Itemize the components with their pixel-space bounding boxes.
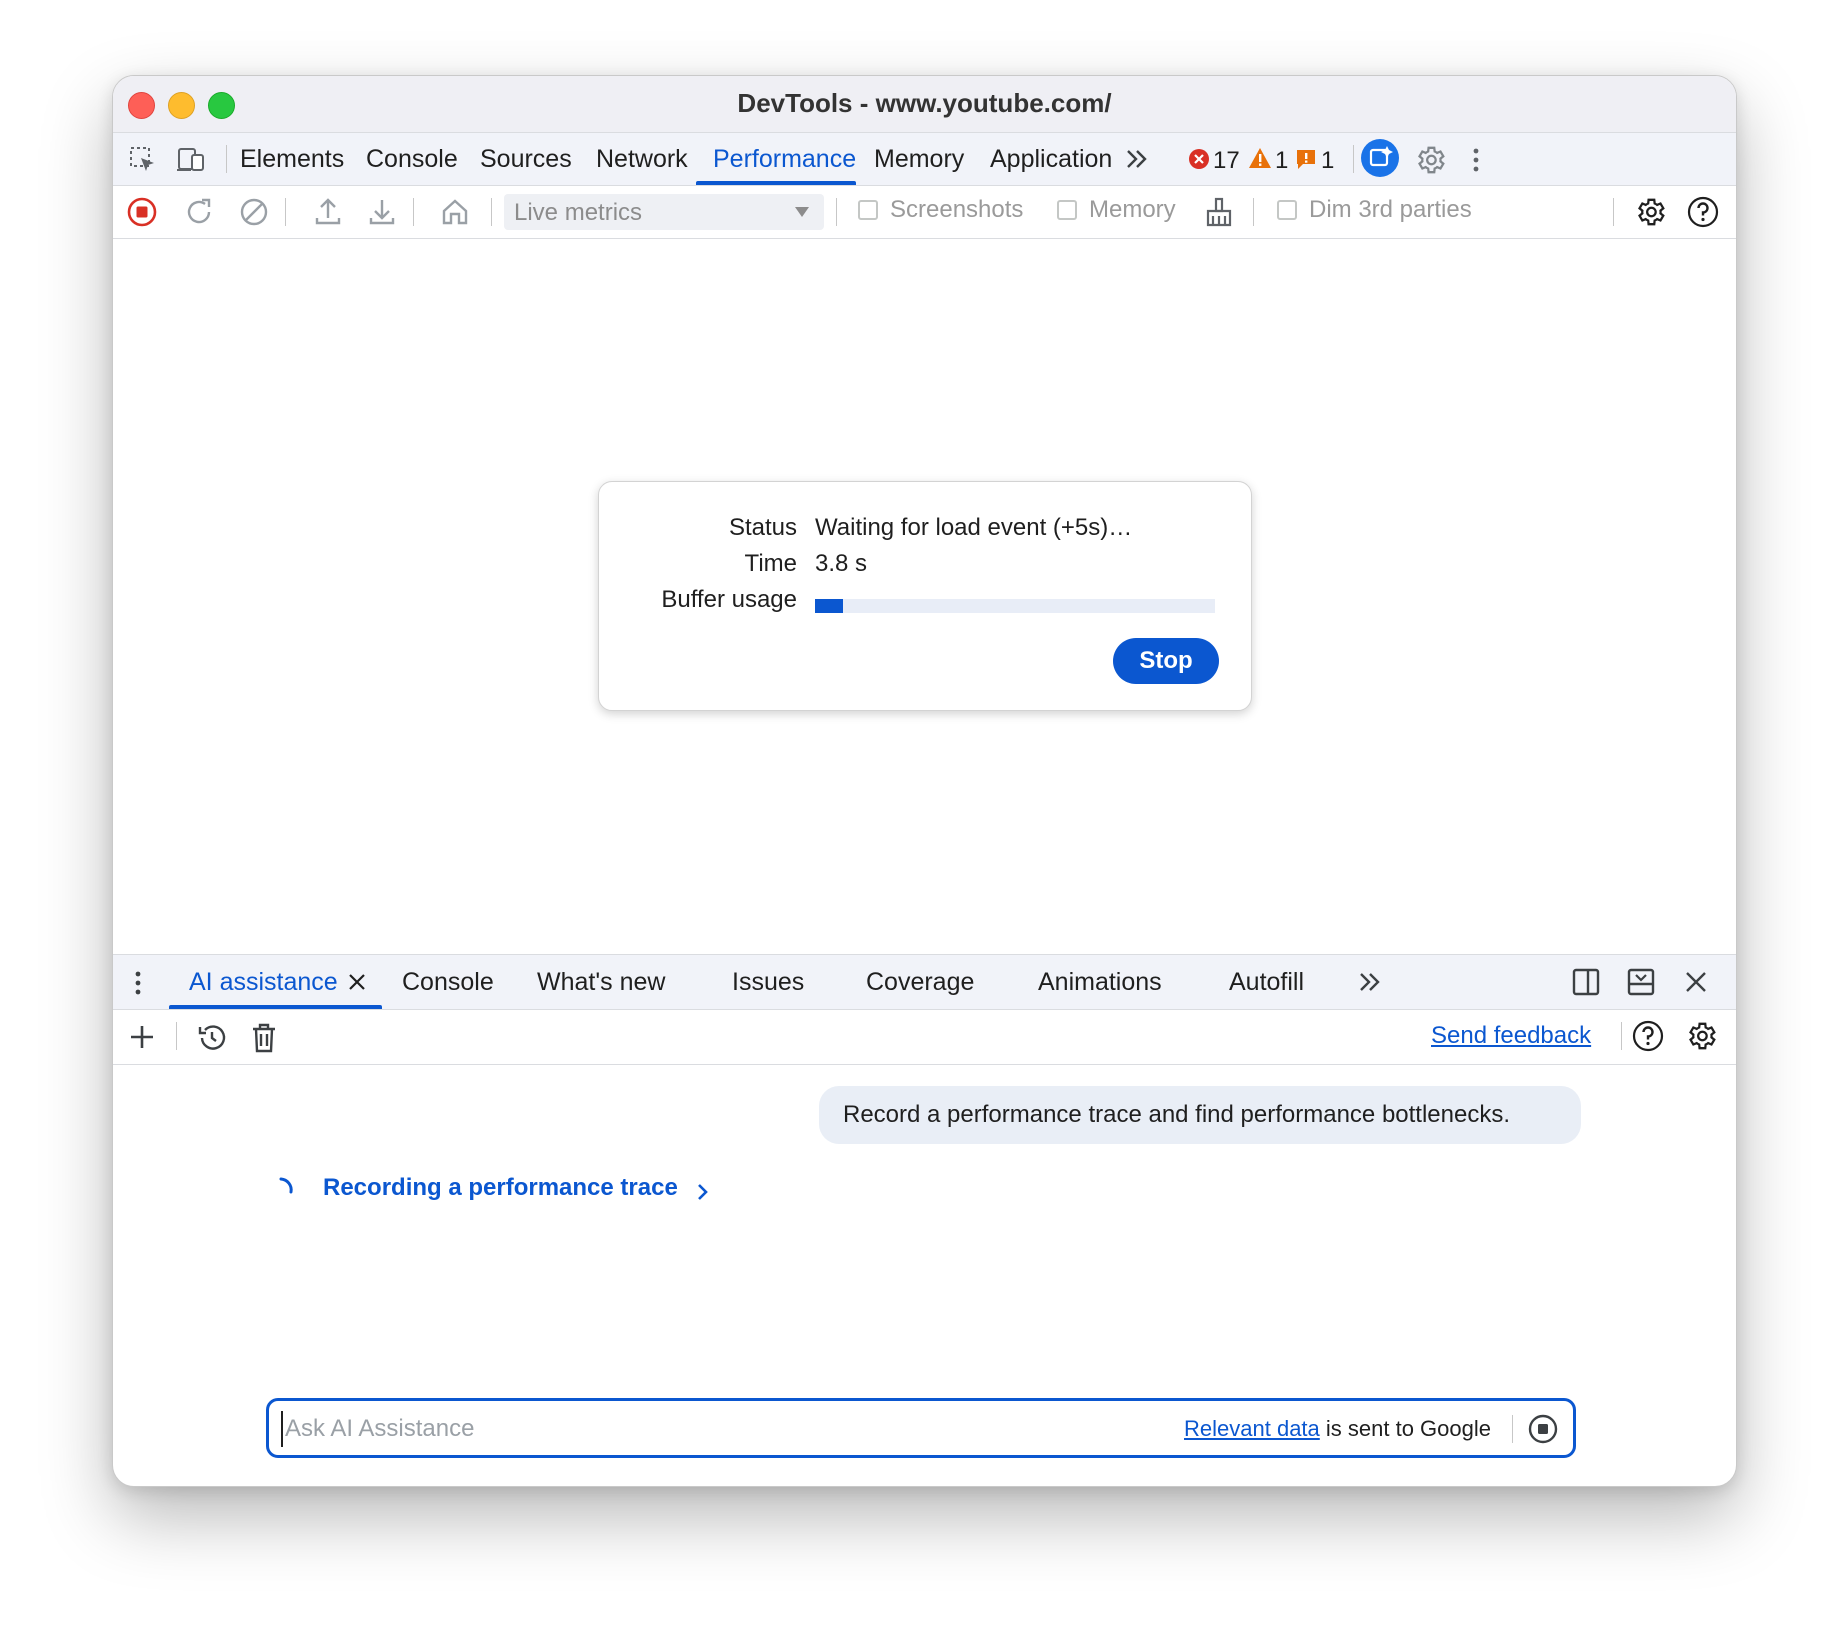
tab-application[interactable]: Application	[990, 133, 1112, 185]
gear-icon[interactable]	[1413, 143, 1447, 177]
drawer-tab-animations[interactable]: Animations	[1038, 955, 1162, 1009]
error-icon[interactable]	[1188, 148, 1210, 170]
home-icon[interactable]	[439, 196, 471, 228]
active-tab-indicator	[696, 181, 856, 185]
data-disclaimer: Relevant data is sent to Google	[1184, 1416, 1491, 1442]
download-icon[interactable]	[367, 196, 397, 228]
reload-icon[interactable]	[183, 196, 215, 228]
tab-elements[interactable]: Elements	[240, 133, 344, 185]
new-chat-icon[interactable]	[127, 1022, 157, 1052]
separator	[1253, 198, 1254, 226]
separator	[836, 198, 837, 226]
stop-button[interactable]: Stop	[1113, 638, 1219, 684]
drawer-tab-coverage[interactable]: Coverage	[866, 955, 974, 1009]
status-label: Status	[728, 514, 797, 541]
garbage-collect-icon[interactable]	[1203, 196, 1235, 228]
chevron-double-right-icon[interactable]	[1123, 146, 1151, 172]
record-stop-icon[interactable]	[126, 196, 158, 228]
relevant-data-link[interactable]: Relevant data	[1184, 1416, 1320, 1441]
chevron-down-icon	[795, 207, 809, 217]
time-value: 3.8 s	[815, 550, 868, 577]
close-drawer-icon[interactable]	[1683, 969, 1709, 995]
delete-icon[interactable]	[250, 1022, 278, 1054]
dim-3rd-parties-label: Dim 3rd parties	[1309, 196, 1472, 223]
devtools-window: DevTools - www.youtube.com/ Elements Con…	[112, 75, 1737, 1487]
main-tab-bar: Elements Console Sources Network Perform…	[113, 133, 1736, 186]
tab-memory[interactable]: Memory	[874, 133, 964, 185]
close-tab-icon[interactable]	[348, 973, 366, 991]
disclaimer-text: is sent to Google	[1319, 1416, 1491, 1441]
buffer-usage-bar	[815, 599, 1215, 613]
upload-icon[interactable]	[313, 196, 343, 228]
drawer-tab-ai-assistance[interactable]: AI assistance	[189, 955, 338, 1009]
help-icon[interactable]	[1686, 195, 1720, 229]
ai-assistance-icon[interactable]	[1360, 138, 1400, 178]
drawer-tab-console[interactable]: Console	[402, 955, 494, 1009]
buffer-usage-fill	[815, 599, 843, 613]
separator	[413, 198, 414, 226]
window-title: DevTools - www.youtube.com/	[737, 88, 1112, 118]
drawer-tab-autofill[interactable]: Autofill	[1229, 955, 1304, 1009]
user-message: Record a performance trace and find perf…	[819, 1086, 1581, 1144]
warning-icon[interactable]	[1248, 147, 1272, 169]
inspect-element-icon[interactable]	[128, 145, 158, 175]
ai-toolbar: Send feedback	[113, 1010, 1736, 1065]
drawer-tab-whats-new[interactable]: What's new	[537, 955, 665, 1009]
chevron-right-icon[interactable]	[696, 1182, 710, 1202]
gear-icon[interactable]	[1684, 1019, 1718, 1053]
issue-count: 1	[1321, 147, 1335, 174]
separator	[1613, 198, 1614, 226]
ai-prompt-input[interactable]	[281, 1411, 1007, 1447]
tab-sources[interactable]: Sources	[480, 133, 572, 185]
history-icon[interactable]	[196, 1022, 228, 1054]
more-options-icon[interactable]	[1471, 145, 1481, 175]
separator	[1621, 1022, 1622, 1050]
separator	[226, 145, 227, 173]
screenshots-checkbox[interactable]	[858, 200, 878, 220]
clear-icon[interactable]	[238, 196, 270, 228]
tab-performance[interactable]: Performance	[713, 133, 856, 185]
separator	[1353, 145, 1354, 173]
buffer-usage-label: Buffer usage	[661, 586, 797, 613]
send-feedback-link[interactable]: Send feedback	[1431, 1022, 1591, 1050]
user-message-text: Record a performance trace and find perf…	[843, 1101, 1511, 1128]
separator	[491, 198, 492, 226]
drawer-tab-bar: AI assistance Console What's new Issues …	[113, 954, 1736, 1010]
dock-side-icon[interactable]	[1571, 967, 1601, 997]
tab-console[interactable]: Console	[366, 133, 458, 185]
status-value: Waiting for load event (+5s)…	[815, 514, 1133, 541]
separator	[1512, 1415, 1513, 1443]
ai-input-box: Relevant data is sent to Google	[266, 1398, 1576, 1458]
dock-bottom-icon[interactable]	[1626, 967, 1656, 997]
stop-generating-icon[interactable]	[1527, 1413, 1559, 1445]
chevron-double-right-icon[interactable]	[1356, 969, 1384, 995]
drawer-menu-icon[interactable]	[133, 968, 143, 998]
trace-select-value: Live metrics	[514, 199, 643, 226]
recording-step-label: Recording a performance trace	[323, 1174, 678, 1201]
memory-checkbox[interactable]	[1057, 200, 1077, 220]
capture-settings-icon[interactable]	[1633, 195, 1667, 229]
tab-network[interactable]: Network	[596, 133, 688, 185]
separator	[285, 198, 286, 226]
device-toolbar-icon[interactable]	[175, 145, 207, 175]
time-label: Time	[744, 550, 797, 577]
performance-toolbar: Live metrics Screenshots Memory Dim 3rd …	[113, 186, 1736, 239]
title-bar: DevTools - www.youtube.com/	[113, 76, 1736, 133]
drawer-tab-issues[interactable]: Issues	[732, 955, 804, 1009]
screenshots-label: Screenshots	[890, 196, 1024, 223]
recording-step[interactable]: Recording a performance trace	[323, 1174, 678, 1202]
trace-select[interactable]: Live metrics	[504, 194, 824, 230]
warning-count: 1	[1275, 147, 1289, 174]
separator	[176, 1022, 177, 1050]
help-icon[interactable]	[1631, 1019, 1665, 1053]
active-drawer-tab-indicator	[169, 1005, 382, 1009]
loading-spinner-icon	[279, 1177, 293, 1194]
error-count: 17	[1213, 147, 1240, 174]
memory-label: Memory	[1089, 196, 1176, 223]
issue-icon[interactable]	[1295, 148, 1317, 170]
dim-3rd-parties-checkbox[interactable]	[1277, 200, 1297, 220]
recording-status-dialog: Status Waiting for load event (+5s)… Tim…	[598, 481, 1252, 711]
